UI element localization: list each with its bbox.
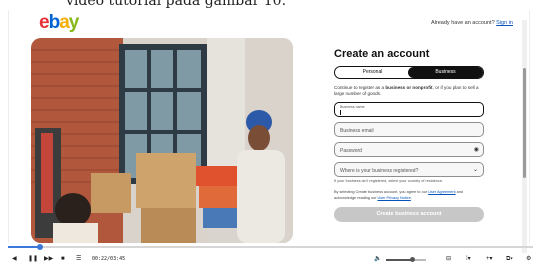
tab-business[interactable]: Business: [408, 67, 483, 78]
progress-fill: [8, 246, 40, 248]
stop-icon[interactable]: ■: [61, 255, 65, 264]
video-progress-bar[interactable]: [8, 244, 533, 250]
legal-text: By selecting Create business account, yo…: [334, 190, 484, 201]
password-placeholder: Password: [340, 147, 362, 154]
text-caret: [340, 110, 341, 115]
business-name-label: Business name: [340, 104, 365, 109]
next-icon[interactable]: ▶▶: [44, 255, 53, 264]
account-type-toggle: Personal Business: [334, 66, 484, 79]
intro-bold: business or nonprofit: [385, 85, 433, 90]
settings-icon[interactable]: ⚙: [526, 255, 531, 264]
form-title: Create an account: [334, 48, 430, 60]
playback-time: 00:22/03:45: [92, 256, 126, 262]
screen-icon[interactable]: ⧉▾: [506, 255, 513, 264]
country-select[interactable]: Where is your business registered? ⌄: [334, 162, 484, 177]
logo-letter: b: [48, 12, 61, 33]
logo-letter: y: [68, 12, 80, 33]
prev-icon[interactable]: ◀: [12, 255, 17, 264]
caption-text: video tutorial pada gambar 10.: [66, 0, 287, 9]
business-name-field[interactable]: Business name: [334, 102, 484, 117]
business-email-placeholder: Business email: [340, 127, 374, 134]
intro-pre: Continue to register as a: [334, 85, 386, 90]
subtitle-icon[interactable]: ⊟: [446, 255, 451, 264]
scrollbar-thumb[interactable]: [523, 68, 526, 178]
privacy-notice-link[interactable]: User Privacy Notice: [377, 196, 410, 200]
hero-photo-illustration: [31, 38, 293, 243]
country-hint: If your business isn't registered, selec…: [334, 179, 443, 183]
signin-prompt: Already have an account? Sign in: [431, 20, 513, 26]
audio-track-icon[interactable]: ⁞▾: [466, 255, 471, 264]
chevron-down-icon: ⌄: [472, 167, 478, 173]
create-account-form: Create an account Personal Business Cont…: [334, 48, 484, 222]
business-email-field[interactable]: Business email: [334, 122, 484, 137]
browser-viewport: ebay Already have an account? Sign in Cr…: [8, 10, 530, 253]
volume-fill: [386, 259, 412, 261]
intro-text: Continue to register as a business or no…: [334, 85, 484, 97]
logo-letter: e: [39, 12, 50, 33]
password-field[interactable]: Password ◉: [334, 142, 484, 157]
speed-icon[interactable]: +▾: [486, 255, 493, 264]
ebay-logo[interactable]: ebay: [39, 12, 80, 34]
signin-text: Already have an account?: [431, 20, 495, 26]
signin-link[interactable]: Sign in: [496, 20, 513, 26]
user-agreement-link[interactable]: User Agreement: [428, 190, 455, 194]
playlist-icon[interactable]: ☰: [76, 255, 81, 264]
progress-knob[interactable]: [37, 244, 43, 250]
tab-personal[interactable]: Personal: [335, 67, 410, 78]
create-business-account-button[interactable]: Create business account: [334, 207, 484, 222]
show-password-icon[interactable]: ◉: [474, 146, 479, 153]
pause-icon[interactable]: ❚❚: [28, 255, 38, 264]
country-placeholder: Where is your business registered?: [340, 167, 419, 174]
volume-icon[interactable]: 🔈: [374, 255, 381, 264]
logo-letter: a: [59, 12, 70, 33]
legal-post: .: [410, 195, 412, 200]
volume-knob[interactable]: [410, 257, 415, 262]
page-scrollbar[interactable]: [522, 20, 527, 253]
player-controls: ◀ ❚❚ ▶▶ ■ ☰ 00:22/03:45 🔈 ⊟ ⁞▾ +▾ ⧉▾ ⚙: [0, 253, 541, 267]
video-caption: video tutorial pada gambar 10.: [0, 0, 541, 10]
legal-pre: By selecting Create business account, yo…: [334, 190, 429, 194]
volume-slider[interactable]: [386, 257, 426, 262]
hero-photo: [31, 38, 293, 243]
